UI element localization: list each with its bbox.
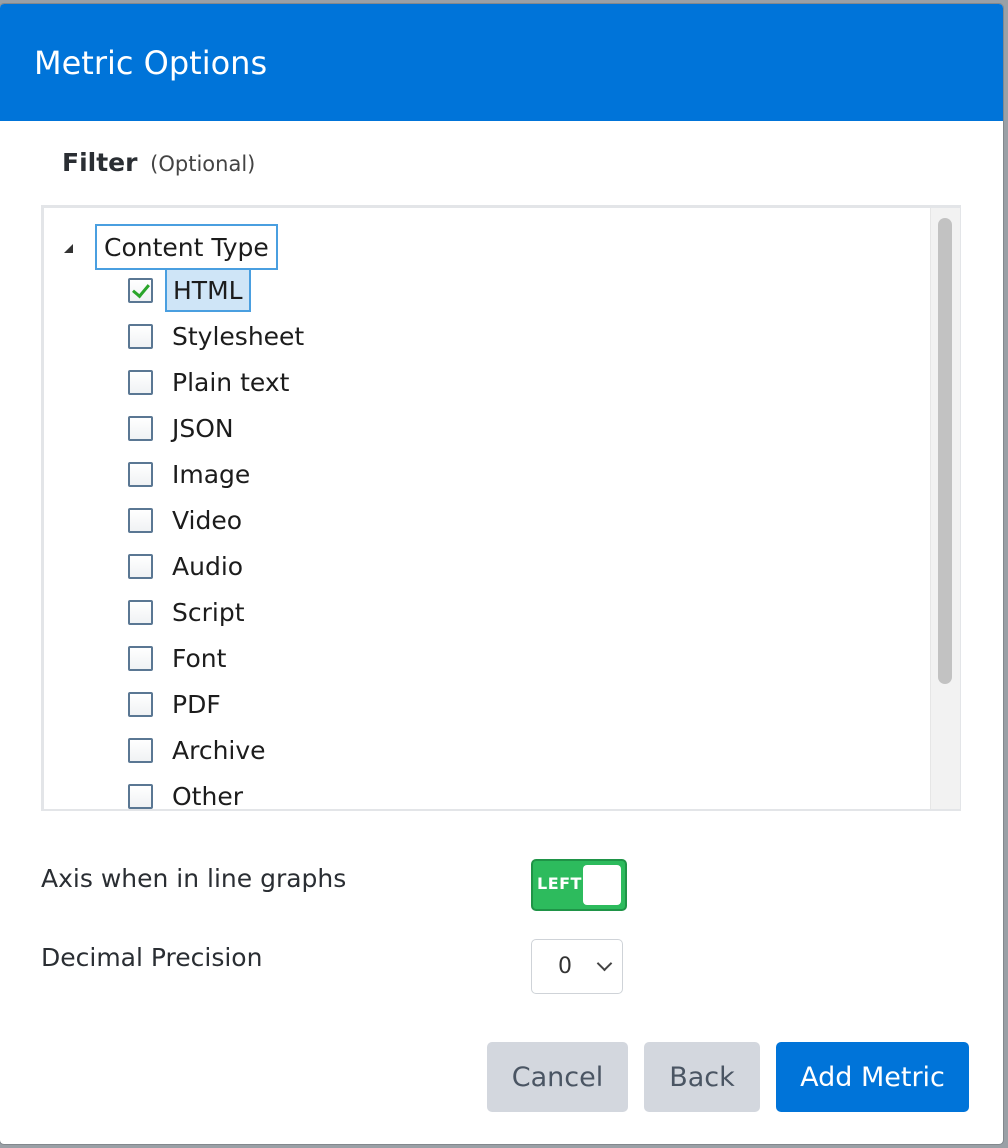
dialog-header: Metric Options bbox=[0, 4, 1003, 121]
tree-item-audio[interactable]: Audio bbox=[128, 546, 250, 586]
tree-item-label[interactable]: Stylesheet bbox=[165, 314, 311, 358]
checkbox-image[interactable] bbox=[128, 461, 153, 487]
tree-item-stylesheet[interactable]: Stylesheet bbox=[128, 316, 311, 356]
tree-item-label[interactable]: Audio bbox=[165, 544, 250, 588]
tree-item-font[interactable]: Font bbox=[128, 638, 233, 678]
tree-scrollbar-thumb[interactable] bbox=[938, 218, 952, 684]
tree-item-image[interactable]: Image bbox=[128, 454, 257, 494]
tree-scrollbar[interactable] bbox=[930, 208, 960, 809]
axis-toggle[interactable]: LEFT bbox=[531, 859, 627, 911]
tree-item-label[interactable]: Image bbox=[165, 452, 257, 496]
tree-item-other[interactable]: Other bbox=[128, 774, 250, 810]
checkbox-font[interactable] bbox=[128, 645, 153, 671]
tree-item-label[interactable]: PDF bbox=[165, 682, 228, 726]
back-button[interactable]: Back bbox=[644, 1042, 760, 1112]
cancel-button[interactable]: Cancel bbox=[487, 1042, 628, 1112]
tree-item-label[interactable]: Other bbox=[165, 774, 250, 810]
tree-item-label[interactable]: Plain text bbox=[165, 360, 296, 404]
chevron-down-icon bbox=[596, 955, 613, 972]
checkbox-plain-text[interactable] bbox=[128, 369, 153, 395]
tree-item-json[interactable]: JSON bbox=[128, 408, 241, 448]
checkbox-json[interactable] bbox=[128, 415, 153, 441]
tree-item-label[interactable]: Video bbox=[165, 498, 249, 542]
checkbox-archive[interactable] bbox=[128, 737, 153, 763]
tree-item-label[interactable]: Archive bbox=[165, 728, 273, 772]
axis-label: Axis when in line graphs bbox=[41, 864, 347, 893]
add-metric-button[interactable]: Add Metric bbox=[776, 1042, 969, 1112]
tree-root-label[interactable]: Content Type bbox=[95, 224, 278, 270]
tree-item-plain-text[interactable]: Plain text bbox=[128, 362, 296, 402]
tree-item-label[interactable]: HTML bbox=[165, 268, 251, 312]
decimal-precision-value: 0 bbox=[558, 954, 572, 979]
checkbox-video[interactable] bbox=[128, 507, 153, 533]
checkbox-other[interactable] bbox=[128, 783, 153, 809]
decimal-precision-select[interactable]: 0 bbox=[531, 939, 623, 994]
decimal-precision-label: Decimal Precision bbox=[41, 943, 263, 972]
checkbox-audio[interactable] bbox=[128, 553, 153, 579]
checkbox-stylesheet[interactable] bbox=[128, 323, 153, 349]
checkbox-html[interactable] bbox=[128, 277, 153, 303]
dialog-title: Metric Options bbox=[34, 43, 268, 82]
toggle-knob[interactable] bbox=[583, 865, 621, 905]
axis-toggle-text: LEFT bbox=[537, 874, 582, 893]
content-type-tree: Content Type HTML Stylesheet Plain text … bbox=[41, 205, 961, 811]
tree-item-html[interactable]: HTML bbox=[128, 268, 251, 312]
collapse-triangle-icon[interactable] bbox=[64, 243, 73, 253]
tree-item-label[interactable]: Font bbox=[165, 636, 233, 680]
tree-item-video[interactable]: Video bbox=[128, 500, 249, 540]
tree-item-archive[interactable]: Archive bbox=[128, 730, 273, 770]
filter-optional-hint: (Optional) bbox=[150, 152, 256, 176]
tree-root-content-type[interactable]: Content Type bbox=[64, 224, 278, 270]
tree-item-label[interactable]: Script bbox=[165, 590, 252, 634]
metric-options-dialog: Metric Options Filter (Optional) Content… bbox=[0, 4, 1003, 1144]
tree-item-script[interactable]: Script bbox=[128, 592, 252, 632]
checkbox-pdf[interactable] bbox=[128, 691, 153, 717]
tree-item-pdf[interactable]: PDF bbox=[128, 684, 228, 724]
tree-item-label[interactable]: JSON bbox=[165, 406, 241, 450]
checkbox-script[interactable] bbox=[128, 599, 153, 625]
filter-heading: Filter (Optional) bbox=[62, 148, 255, 177]
filter-label: Filter bbox=[62, 148, 138, 177]
